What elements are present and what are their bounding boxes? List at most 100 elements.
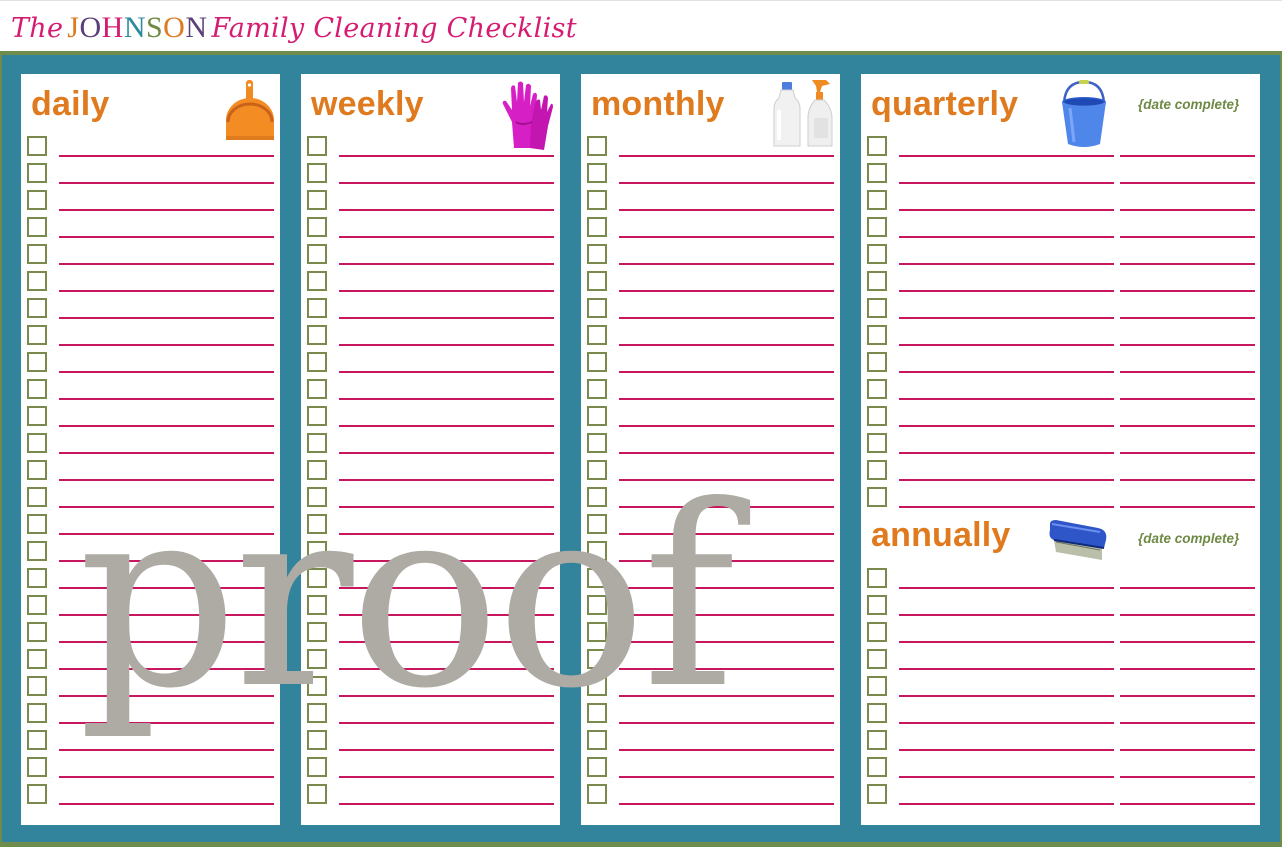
monthly-checkbox[interactable] — [587, 433, 607, 453]
quarterly-task-line[interactable] — [899, 236, 1114, 238]
weekly-checkbox[interactable] — [307, 460, 327, 480]
daily-checkbox[interactable] — [27, 703, 47, 723]
monthly-task-line[interactable] — [619, 236, 834, 238]
monthly-task-line[interactable] — [619, 263, 834, 265]
daily-task-line[interactable] — [59, 155, 274, 157]
annually-date-line[interactable] — [1120, 749, 1255, 751]
annually-checkbox[interactable] — [867, 649, 887, 669]
weekly-task-line[interactable] — [339, 290, 554, 292]
monthly-checkbox[interactable] — [587, 784, 607, 804]
weekly-checkbox[interactable] — [307, 217, 327, 237]
daily-checkbox[interactable] — [27, 649, 47, 669]
monthly-checkbox[interactable] — [587, 514, 607, 534]
weekly-task-line[interactable] — [339, 749, 554, 751]
weekly-checkbox[interactable] — [307, 757, 327, 777]
monthly-task-line[interactable] — [619, 155, 834, 157]
annually-task-line[interactable] — [899, 695, 1114, 697]
monthly-task-line[interactable] — [619, 803, 834, 805]
monthly-task-line[interactable] — [619, 398, 834, 400]
weekly-task-line[interactable] — [339, 506, 554, 508]
quarterly-checkbox[interactable] — [867, 217, 887, 237]
weekly-checkbox[interactable] — [307, 406, 327, 426]
annually-checkbox[interactable] — [867, 622, 887, 642]
monthly-task-line[interactable] — [619, 641, 834, 643]
monthly-task-line[interactable] — [619, 290, 834, 292]
daily-task-line[interactable] — [59, 803, 274, 805]
monthly-task-line[interactable] — [619, 749, 834, 751]
monthly-task-line[interactable] — [619, 614, 834, 616]
monthly-task-line[interactable] — [619, 182, 834, 184]
quarterly-checkbox[interactable] — [867, 163, 887, 183]
weekly-checkbox[interactable] — [307, 298, 327, 318]
quarterly-checkbox[interactable] — [867, 487, 887, 507]
weekly-task-line[interactable] — [339, 560, 554, 562]
daily-checkbox[interactable] — [27, 757, 47, 777]
weekly-task-line[interactable] — [339, 182, 554, 184]
monthly-task-line[interactable] — [619, 209, 834, 211]
daily-task-line[interactable] — [59, 182, 274, 184]
monthly-checkbox[interactable] — [587, 271, 607, 291]
weekly-task-line[interactable] — [339, 236, 554, 238]
daily-task-line[interactable] — [59, 506, 274, 508]
quarterly-task-line[interactable] — [899, 425, 1114, 427]
daily-task-line[interactable] — [59, 722, 274, 724]
daily-checkbox[interactable] — [27, 676, 47, 696]
weekly-checkbox[interactable] — [307, 703, 327, 723]
quarterly-checkbox[interactable] — [867, 406, 887, 426]
weekly-task-line[interactable] — [339, 155, 554, 157]
weekly-checkbox[interactable] — [307, 352, 327, 372]
weekly-checkbox[interactable] — [307, 136, 327, 156]
quarterly-checkbox[interactable] — [867, 244, 887, 264]
monthly-checkbox[interactable] — [587, 298, 607, 318]
annually-date-line[interactable] — [1120, 668, 1255, 670]
quarterly-task-line[interactable] — [899, 317, 1114, 319]
quarterly-checkbox[interactable] — [867, 136, 887, 156]
daily-task-line[interactable] — [59, 236, 274, 238]
monthly-checkbox[interactable] — [587, 190, 607, 210]
annually-checkbox[interactable] — [867, 595, 887, 615]
quarterly-checkbox[interactable] — [867, 379, 887, 399]
monthly-task-line[interactable] — [619, 425, 834, 427]
annually-date-line[interactable] — [1120, 614, 1255, 616]
monthly-checkbox[interactable] — [587, 676, 607, 696]
quarterly-date-line[interactable] — [1120, 155, 1255, 157]
annually-date-line[interactable] — [1120, 641, 1255, 643]
monthly-checkbox[interactable] — [587, 541, 607, 561]
weekly-task-line[interactable] — [339, 371, 554, 373]
quarterly-checkbox[interactable] — [867, 433, 887, 453]
weekly-checkbox[interactable] — [307, 622, 327, 642]
daily-task-line[interactable] — [59, 749, 274, 751]
daily-task-line[interactable] — [59, 479, 274, 481]
monthly-task-line[interactable] — [619, 668, 834, 670]
monthly-checkbox[interactable] — [587, 568, 607, 588]
daily-task-line[interactable] — [59, 668, 274, 670]
quarterly-checkbox[interactable] — [867, 352, 887, 372]
annually-checkbox[interactable] — [867, 784, 887, 804]
annually-task-line[interactable] — [899, 668, 1114, 670]
annually-task-line[interactable] — [899, 587, 1114, 589]
quarterly-checkbox[interactable] — [867, 460, 887, 480]
daily-checkbox[interactable] — [27, 541, 47, 561]
daily-task-line[interactable] — [59, 614, 274, 616]
monthly-checkbox[interactable] — [587, 325, 607, 345]
monthly-task-line[interactable] — [619, 533, 834, 535]
weekly-task-line[interactable] — [339, 614, 554, 616]
quarterly-date-line[interactable] — [1120, 290, 1255, 292]
annually-date-line[interactable] — [1120, 776, 1255, 778]
monthly-checkbox[interactable] — [587, 379, 607, 399]
quarterly-date-line[interactable] — [1120, 344, 1255, 346]
quarterly-task-line[interactable] — [899, 506, 1114, 508]
weekly-task-line[interactable] — [339, 803, 554, 805]
monthly-checkbox[interactable] — [587, 244, 607, 264]
monthly-task-line[interactable] — [619, 371, 834, 373]
quarterly-date-line[interactable] — [1120, 263, 1255, 265]
quarterly-task-line[interactable] — [899, 371, 1114, 373]
monthly-task-line[interactable] — [619, 506, 834, 508]
annually-task-line[interactable] — [899, 614, 1114, 616]
daily-task-line[interactable] — [59, 587, 274, 589]
weekly-checkbox[interactable] — [307, 595, 327, 615]
annually-task-line[interactable] — [899, 722, 1114, 724]
annually-date-line[interactable] — [1120, 695, 1255, 697]
daily-checkbox[interactable] — [27, 487, 47, 507]
daily-task-line[interactable] — [59, 560, 274, 562]
